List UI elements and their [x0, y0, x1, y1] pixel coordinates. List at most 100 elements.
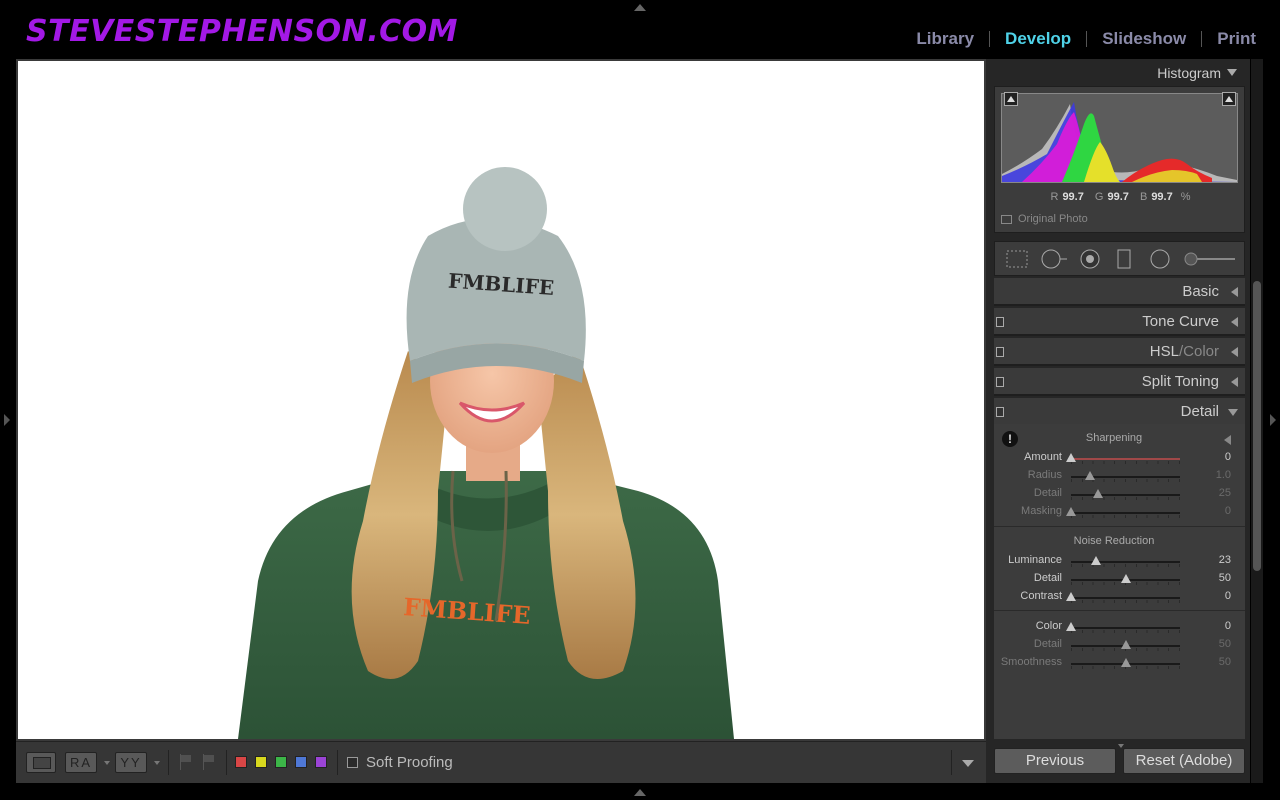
slider-value[interactable]: 25 [1219, 487, 1231, 499]
reset-button[interactable]: Reset (Adobe) [1123, 748, 1245, 774]
slider-track[interactable] [1071, 458, 1180, 460]
slider-detail[interactable]: Detail 50 [994, 570, 1245, 588]
slider-handle[interactable] [1066, 507, 1076, 516]
color-label-swatch[interactable] [315, 756, 327, 768]
slider-handle[interactable] [1120, 640, 1131, 649]
toolbar-options-dropdown-icon[interactable] [962, 760, 974, 767]
color-tab[interactable]: Color [1183, 343, 1219, 360]
slider-label: Smoothness [1000, 656, 1062, 668]
hsl-tab[interactable]: HSL [1150, 343, 1179, 360]
expand-triangle-icon[interactable] [1231, 317, 1238, 327]
zoom-preview-triangle-icon[interactable] [1224, 435, 1231, 445]
slider-handle[interactable] [1066, 592, 1076, 601]
slider-value[interactable]: 50 [1219, 572, 1231, 584]
chevron-down-icon[interactable] [154, 761, 160, 765]
slider-value[interactable]: 50 [1219, 656, 1231, 668]
expand-triangle-icon[interactable] [1231, 377, 1238, 387]
slider-value[interactable]: 0 [1225, 505, 1231, 517]
slider-value[interactable]: 0 [1225, 590, 1231, 602]
scrollbar-thumb[interactable] [1253, 281, 1261, 571]
right-panel-toggle-icon[interactable] [1270, 414, 1276, 426]
slider-smoothness[interactable]: Smoothness 50 [994, 654, 1245, 672]
module-slideshow[interactable]: Slideshow [1087, 29, 1201, 49]
photo-canvas[interactable]: FMBLIFE FMBLIFE [16, 59, 986, 741]
slider-track[interactable] [1071, 561, 1180, 563]
crop-overlay-icon[interactable] [1005, 249, 1029, 269]
filmstrip-toggle-icon[interactable] [634, 789, 646, 796]
slider-handle[interactable] [1120, 574, 1131, 583]
slider-track[interactable] [1071, 597, 1180, 599]
graduated-filter-icon[interactable] [1117, 249, 1131, 269]
collapse-triangle-icon[interactable] [1228, 409, 1238, 416]
color-label-swatch[interactable] [295, 756, 307, 768]
slider-value[interactable]: 0 [1225, 620, 1231, 632]
slider-masking[interactable]: Masking 0 [994, 503, 1245, 521]
slider-track[interactable] [1071, 494, 1180, 496]
slider-amount[interactable]: Amount 0 [994, 449, 1245, 467]
slider-value[interactable]: 0 [1225, 451, 1231, 463]
radial-filter-icon[interactable] [1149, 249, 1171, 269]
slider-track[interactable] [1071, 627, 1180, 629]
panel-toggle-switch[interactable] [996, 317, 1004, 327]
soft-proofing-label: Soft Proofing [366, 754, 453, 771]
basic-section-header[interactable]: Basic [994, 278, 1245, 306]
color-label-swatch[interactable] [275, 756, 287, 768]
slider-handle[interactable] [1093, 489, 1104, 498]
original-photo-checkbox[interactable] [1001, 214, 1012, 224]
slider-detail[interactable]: Detail 25 [994, 485, 1245, 503]
histogram-panel: R 99.7 G 99.7 B 99.7% Original Photo [994, 86, 1245, 233]
module-library[interactable]: Library [901, 29, 989, 49]
collapse-triangle-icon[interactable] [1227, 69, 1237, 76]
split-toning-section-header[interactable]: Split Toning [994, 368, 1245, 396]
slider-handle[interactable] [1066, 453, 1076, 462]
adjustment-brush-icon[interactable] [1183, 249, 1237, 269]
spot-removal-icon[interactable] [1041, 249, 1069, 269]
before-after-view-button[interactable]: RA [65, 752, 97, 773]
panel-toggle-switch[interactable] [996, 347, 1004, 357]
slider-value[interactable]: 50 [1219, 638, 1231, 650]
slider-track[interactable] [1071, 512, 1180, 514]
histogram-graph[interactable] [1001, 93, 1238, 183]
module-print[interactable]: Print [1202, 29, 1256, 49]
before-after-swap-button[interactable]: YY [115, 752, 147, 773]
slider-handle[interactable] [1091, 556, 1102, 565]
previous-button[interactable]: Previous [994, 748, 1116, 774]
tone-curve-section-header[interactable]: Tone Curve [994, 308, 1245, 336]
slider-ticks [1071, 461, 1180, 464]
soft-proofing-checkbox[interactable] [347, 757, 358, 768]
expand-triangle-icon[interactable] [1231, 347, 1238, 357]
bottom-button-row: Previous Reset (Adobe) [994, 744, 1245, 774]
right-panel-scrollbar[interactable] [1251, 59, 1263, 783]
slider-contrast[interactable]: Contrast 0 [994, 588, 1245, 606]
original-photo-toggle[interactable]: Original Photo [1001, 213, 1088, 225]
slider-value[interactable]: 23 [1219, 554, 1231, 566]
histogram-header[interactable]: Histogram [994, 59, 1245, 85]
reject-flag-icon[interactable] [202, 754, 215, 770]
detail-section-header[interactable]: Detail [994, 398, 1245, 426]
slider-color[interactable]: Color 0 [994, 618, 1245, 636]
top-panel-toggle-icon[interactable] [634, 4, 646, 11]
panel-toggle-switch[interactable] [996, 407, 1004, 417]
slider-radius[interactable]: Radius 1.0 [994, 467, 1245, 485]
section-divider [994, 610, 1245, 611]
color-label-swatch[interactable] [235, 756, 247, 768]
panel-toggle-switch[interactable] [996, 377, 1004, 387]
slider-detail[interactable]: Detail 50 [994, 636, 1245, 654]
module-develop[interactable]: Develop [990, 29, 1086, 49]
slider-luminance[interactable]: Luminance 23 [994, 552, 1245, 570]
loupe-view-button[interactable] [26, 752, 56, 773]
slider-handle[interactable] [1066, 622, 1076, 631]
left-panel-toggle-icon[interactable] [4, 414, 10, 426]
red-eye-correction-icon[interactable] [1079, 249, 1101, 269]
hsl-color-section-header[interactable]: HSL/Color [994, 338, 1245, 366]
chevron-down-icon[interactable] [104, 761, 110, 765]
color-label-swatch[interactable] [255, 756, 267, 768]
slider-value[interactable]: 1.0 [1216, 469, 1231, 481]
slider-handle[interactable] [1084, 471, 1095, 480]
highlight-clipping-toggle[interactable] [1222, 92, 1236, 106]
pick-flag-icon[interactable] [179, 754, 192, 770]
shadow-clipping-toggle[interactable] [1004, 92, 1018, 106]
slider-label: Contrast [1020, 590, 1062, 602]
expand-triangle-icon[interactable] [1231, 287, 1238, 297]
slider-handle[interactable] [1120, 658, 1131, 667]
